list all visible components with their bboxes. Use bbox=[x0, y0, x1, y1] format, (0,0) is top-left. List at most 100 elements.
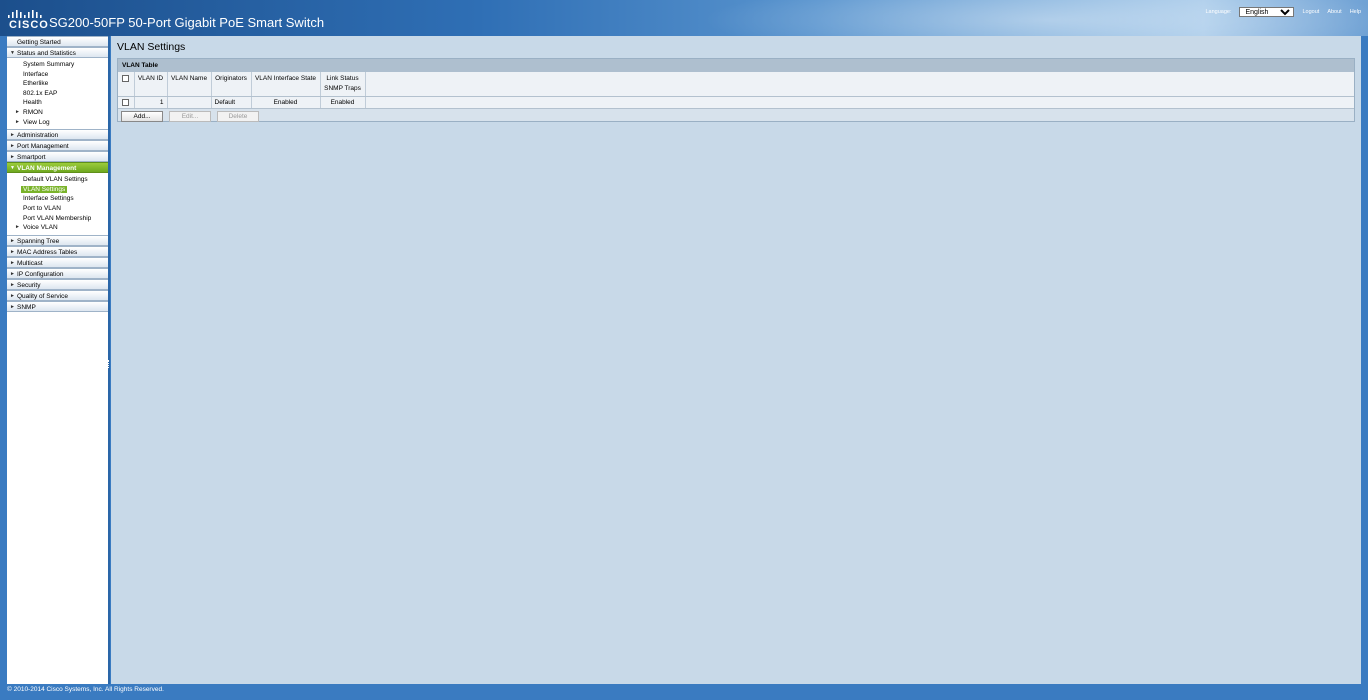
sidebar-item-mac-address-tables[interactable]: ► MAC Address Tables bbox=[7, 245, 108, 257]
add-button[interactable]: Add... bbox=[121, 111, 163, 122]
sidebar-item-multicast[interactable]: ► Multicast bbox=[7, 256, 108, 268]
collapse-arrow-icon: ► bbox=[15, 118, 20, 125]
select-all-cell bbox=[118, 72, 135, 97]
language-select[interactable]: English bbox=[1239, 7, 1295, 17]
cisco-logo: CISCO bbox=[7, 10, 48, 31]
row-checkbox[interactable] bbox=[122, 98, 130, 106]
sidebar-item-getting-started[interactable]: Getting Started bbox=[7, 36, 108, 47]
cell-originators: Default bbox=[211, 96, 252, 109]
sidebar-subitem-view-log[interactable]: ► View Log bbox=[7, 118, 108, 128]
sidebar-item-label: VLAN Management bbox=[17, 165, 77, 173]
sidebar-item-ip-configuration[interactable]: ► IP Configuration bbox=[7, 267, 108, 279]
sidebar-subitem-label: Health bbox=[23, 99, 42, 107]
sidebar-item-label: Smartport bbox=[17, 154, 46, 162]
col-vlan-name[interactable]: VLAN Name bbox=[167, 72, 212, 97]
sidebar-subitem-label: Default VLAN Settings bbox=[23, 176, 88, 184]
sidebar-subitem-label: Voice VLAN bbox=[23, 224, 58, 232]
sidebar-subitem-port-to-vlan[interactable]: Port to VLAN bbox=[7, 204, 108, 214]
sidebar-subitem-system-summary[interactable]: System Summary bbox=[7, 60, 108, 70]
sidebar-item-label: Getting Started bbox=[17, 39, 61, 46]
expand-arrow-icon: ▼ bbox=[10, 165, 15, 172]
help-link[interactable]: Help bbox=[1350, 9, 1361, 15]
sidebar-nav: Getting Started ▼ Status and Statistics S… bbox=[7, 36, 110, 684]
col-link-status-line1: Link Status bbox=[326, 75, 359, 82]
sidebar-subitem-label: Port to VLAN bbox=[23, 204, 61, 212]
sidebar-item-port-management[interactable]: ► Port Management bbox=[7, 140, 108, 152]
cisco-logo-text: CISCO bbox=[9, 19, 49, 31]
sidebar-subitem-interface[interactable]: Interface bbox=[7, 70, 108, 80]
vlan-subitems: Default VLAN Settings VLAN Settings Inte… bbox=[7, 173, 108, 235]
sidebar-subitem-label: View Log bbox=[23, 118, 50, 126]
sidebar-subitem-interface-settings[interactable]: Interface Settings bbox=[7, 194, 108, 204]
delete-button[interactable]: Delete bbox=[217, 111, 259, 122]
sidebar-item-label: Security bbox=[17, 281, 41, 289]
top-links: Language: English Logout About Help bbox=[1205, 6, 1361, 18]
edit-button[interactable]: Edit... bbox=[169, 111, 211, 122]
sidebar-item-label: Port Management bbox=[17, 143, 69, 151]
main-content: VLAN Settings VLAN Table VLAN ID VLAN Na… bbox=[111, 36, 1361, 684]
table-header-row: VLAN ID VLAN Name Originators VLAN Inter… bbox=[118, 72, 1354, 97]
sidebar-item-quality-of-service[interactable]: ► Quality of Service bbox=[7, 289, 108, 301]
sidebar-subitem-rmon[interactable]: ► RMON bbox=[7, 108, 108, 118]
sidebar-item-status[interactable]: ▼ Status and Statistics bbox=[7, 47, 108, 58]
col-originators[interactable]: Originators bbox=[211, 72, 252, 97]
sidebar-resize-handle[interactable] bbox=[108, 360, 110, 368]
sidebar-item-vlan-management[interactable]: ▼ VLAN Management bbox=[7, 162, 108, 174]
collapse-arrow-icon: ► bbox=[10, 303, 15, 310]
sidebar-subitem-voice-vlan[interactable]: ► Voice VLAN bbox=[7, 223, 108, 233]
sidebar-subitem-8021x-eap[interactable]: 802.1x EAP bbox=[7, 89, 108, 99]
sidebar-subitem-vlan-settings[interactable]: VLAN Settings bbox=[7, 185, 108, 195]
vlan-table-panel: VLAN Table VLAN ID VLAN Name Originators… bbox=[117, 58, 1355, 122]
table-actions: Add... Edit... Delete bbox=[118, 109, 1354, 124]
expand-arrow-icon: ▼ bbox=[10, 50, 15, 56]
sidebar-subitem-label: Etherlike bbox=[23, 80, 49, 88]
sidebar-subitem-label: Interface Settings bbox=[23, 195, 74, 203]
sidebar-subitem-health[interactable]: Health bbox=[7, 98, 108, 108]
col-link-status-line2: SNMP Traps bbox=[324, 85, 361, 92]
col-vlan-id[interactable]: VLAN ID bbox=[134, 72, 168, 97]
col-link-status-snmp-traps[interactable]: Link Status SNMP Traps bbox=[320, 72, 366, 97]
col-filler bbox=[365, 72, 1354, 97]
sidebar-subitem-label: System Summary bbox=[23, 61, 75, 68]
sidebar-subitem-label: Interface bbox=[23, 70, 49, 78]
vlan-table: VLAN ID VLAN Name Originators VLAN Inter… bbox=[118, 72, 1354, 109]
sidebar-subitem-label-selected: VLAN Settings bbox=[21, 185, 68, 193]
row-select-cell bbox=[118, 96, 135, 109]
sidebar-subitem-port-vlan-membership[interactable]: Port VLAN Membership bbox=[7, 214, 108, 224]
cell-vlan-name bbox=[167, 96, 212, 109]
sidebar-item-label: IP Configuration bbox=[17, 270, 64, 278]
collapse-arrow-icon: ► bbox=[15, 224, 20, 231]
sidebar-subitem-label: RMON bbox=[23, 108, 43, 116]
sidebar-item-label: MAC Address Tables bbox=[17, 248, 78, 256]
logout-link[interactable]: Logout bbox=[1302, 9, 1319, 15]
sidebar-item-spanning-tree[interactable]: ► Spanning Tree bbox=[7, 234, 108, 246]
language-label: Language: bbox=[1205, 9, 1232, 15]
sidebar-item-label: Multicast bbox=[17, 259, 43, 267]
collapse-arrow-icon: ► bbox=[15, 108, 20, 115]
sidebar-subitem-etherlike[interactable]: Etherlike bbox=[7, 79, 108, 89]
sidebar-subitem-default-vlan-settings[interactable]: Default VLAN Settings bbox=[7, 175, 108, 185]
sidebar-item-label: Administration bbox=[17, 132, 59, 140]
header-banner: CISCO SG200-50FP 50-Port Gigabit PoE Sma… bbox=[0, 0, 1368, 36]
sidebar-subitem-label: Port VLAN Membership bbox=[23, 214, 92, 222]
about-link[interactable]: About bbox=[1327, 9, 1341, 15]
cisco-bars-icon bbox=[8, 10, 42, 18]
sidebar-item-security[interactable]: ► Security bbox=[7, 278, 108, 290]
status-subitems: System Summary Interface Etherlike 802.1… bbox=[7, 58, 108, 129]
sidebar-item-administration[interactable]: ► Administration bbox=[7, 129, 108, 141]
sidebar-item-label: SNMP bbox=[17, 303, 36, 311]
sidebar-subitem-label: 802.1x EAP bbox=[23, 89, 58, 97]
cell-vlan-id: 1 bbox=[134, 96, 168, 109]
table-row[interactable]: 1 Default Enabled Enabled bbox=[118, 96, 1354, 109]
sidebar-item-smartport[interactable]: ► Smartport bbox=[7, 151, 108, 163]
app-title: SG200-50FP 50-Port Gigabit PoE Smart Swi… bbox=[49, 15, 325, 30]
col-vlan-interface-state[interactable]: VLAN Interface State bbox=[251, 72, 321, 97]
sidebar-item-label: Status and Statistics bbox=[17, 50, 76, 57]
sidebar-item-snmp[interactable]: ► SNMP bbox=[7, 300, 108, 312]
cell-interface-state: Enabled bbox=[251, 96, 321, 109]
page-title: VLAN Settings bbox=[117, 41, 186, 53]
footer-copyright: © 2010-2014 Cisco Systems, Inc. All Righ… bbox=[7, 686, 164, 693]
select-all-checkbox[interactable] bbox=[122, 74, 130, 82]
cell-link-status: Enabled bbox=[320, 96, 366, 109]
sidebar-item-label: Spanning Tree bbox=[17, 237, 60, 245]
